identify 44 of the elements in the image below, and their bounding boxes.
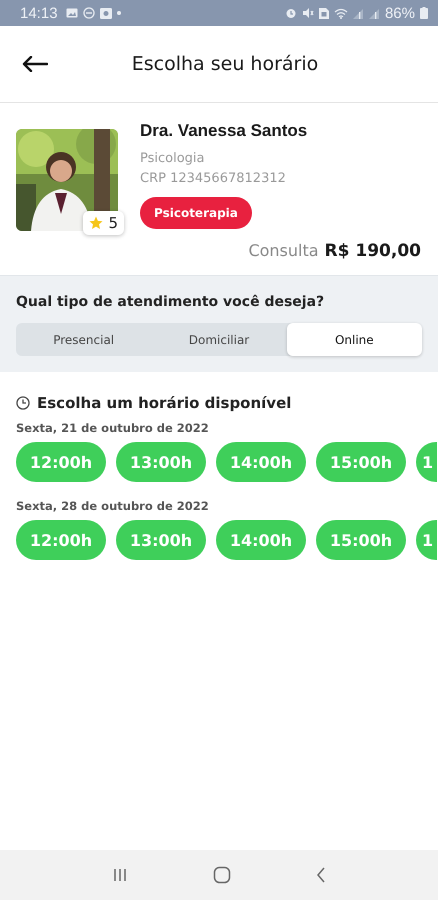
image-icon: [66, 8, 78, 18]
star-icon: [89, 216, 104, 230]
wifi-icon: [334, 8, 348, 18]
doctor-name: Dra. Vanessa Santos: [140, 121, 308, 141]
home-icon: [212, 866, 231, 884]
service-type-tab[interactable]: Presencial: [16, 323, 152, 356]
battery-icon: [420, 7, 428, 19]
time-slot-button[interactable]: 14:00h: [216, 520, 306, 560]
time-slot-button[interactable]: 15:00h: [316, 520, 406, 560]
back-arrow-icon: [22, 56, 48, 72]
back-chevron-icon: [316, 867, 326, 883]
time-slot-button[interactable]: 15:00h: [316, 442, 406, 482]
price-label: Consulta: [248, 241, 319, 260]
do-not-disturb-icon: [82, 7, 95, 19]
date-label: Sexta, 28 de outubro de 2022: [16, 499, 210, 513]
signal-icon: [352, 8, 364, 18]
time-slot-button[interactable]: 14:00h: [216, 442, 306, 482]
dot-icon: [116, 11, 121, 15]
service-type-tab[interactable]: Online: [286, 323, 422, 356]
registration-text: CRP 12345667812312: [140, 170, 286, 188]
time-slot-button[interactable]: 1: [416, 442, 437, 482]
battery-percentage: 86%: [384, 4, 415, 22]
service-question: Qual tipo de atendimento você deseja?: [16, 294, 326, 310]
specialty-tag: Psicoterapia: [140, 197, 252, 229]
time-slot-button[interactable]: 12:00h: [16, 442, 106, 482]
mute-icon: [302, 7, 314, 19]
rating-value: 5: [108, 214, 118, 232]
page-title: Escolha seu horário: [132, 53, 320, 75]
price-value: R$ 190,00: [324, 241, 421, 261]
clock-icon: [16, 396, 30, 410]
time-slot-button[interactable]: 13:00h: [116, 520, 206, 560]
specialty-text: Psicologia: [140, 150, 204, 168]
service-type-tab[interactable]: Domiciliar: [151, 323, 287, 356]
alarm-icon: [284, 7, 297, 19]
time-slot-button[interactable]: 13:00h: [116, 442, 206, 482]
time-slot-button[interactable]: 12:00h: [16, 520, 106, 560]
status-time: 14:13: [20, 4, 58, 22]
signal-icon: [368, 8, 380, 18]
recent-apps-icon: [112, 868, 128, 882]
time-slot-button[interactable]: 1: [416, 520, 437, 560]
app-icon: [100, 8, 112, 18]
sim-icon: [318, 7, 329, 19]
date-label: Sexta, 21 de outubro de 2022: [16, 421, 210, 435]
section-title: Escolha um horário disponível: [37, 394, 292, 412]
